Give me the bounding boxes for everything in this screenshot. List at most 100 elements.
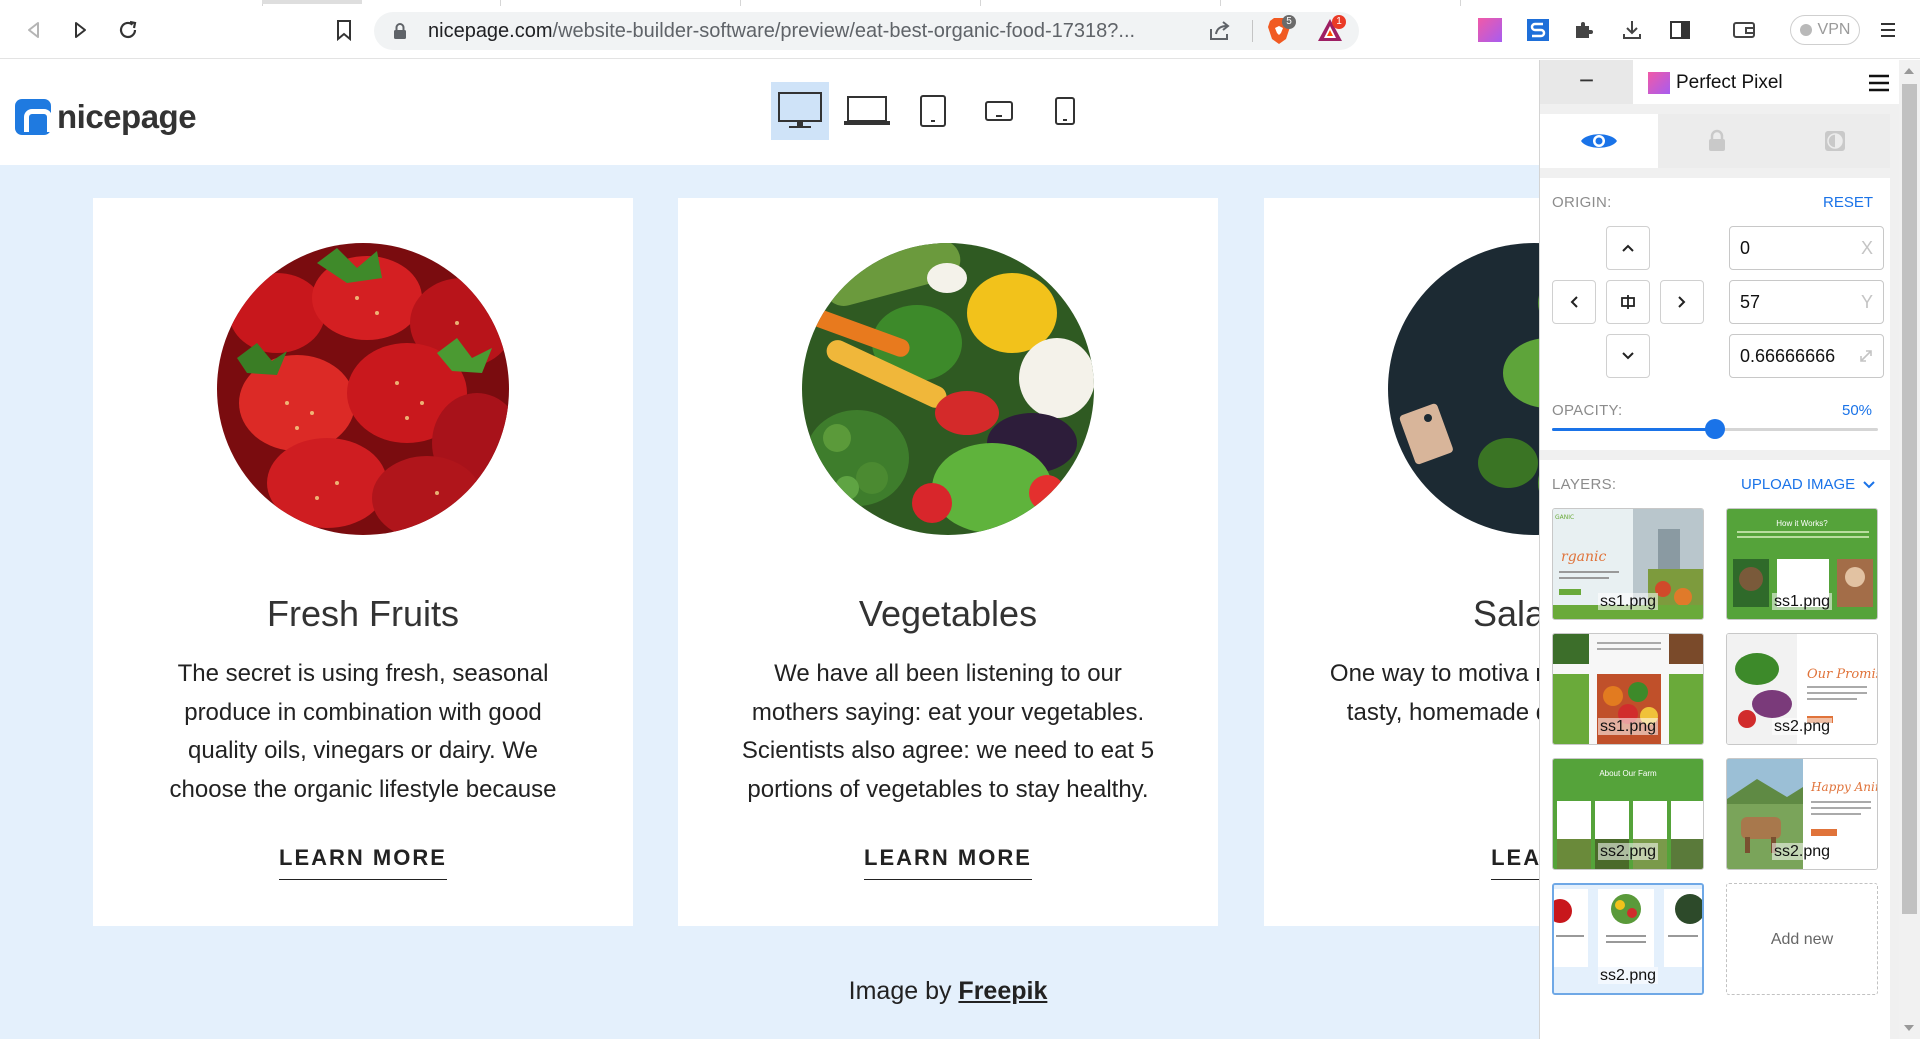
layer-thumbnail[interactable]: rganic GANIC ss1.png — [1552, 508, 1704, 620]
layer-thumbnail[interactable]: About Our Farm ss2.png — [1552, 758, 1704, 870]
card-title: Fresh Fruits — [266, 593, 460, 634]
scale-input[interactable]: 0.66666666 — [1729, 334, 1884, 378]
scroll-down-icon[interactable] — [1904, 1025, 1914, 1031]
active-tab-indicator[interactable] — [262, 0, 362, 4]
layer-name: ss2.png — [1771, 843, 1833, 860]
device-tablet-button[interactable] — [904, 82, 962, 140]
brave-shields-button[interactable]: 5 — [1266, 15, 1296, 50]
learn-more-link[interactable]: LEARN MORE — [678, 845, 1218, 880]
url-text[interactable]: nicepage.com/website-builder-software/pr… — [428, 12, 1135, 50]
layer-name: ss1.png — [1597, 718, 1659, 735]
reset-button[interactable]: RESET — [1823, 194, 1873, 211]
origin-label: ORIGIN: — [1552, 194, 1612, 211]
layers-label: LAYERS: — [1552, 476, 1617, 493]
back-button[interactable] — [18, 14, 50, 46]
browser-menu-button[interactable] — [1872, 14, 1904, 46]
resize-icon — [1860, 350, 1872, 362]
x-value: 0 — [1740, 238, 1751, 258]
learn-more-link[interactable]: LEARN — [1264, 845, 1540, 880]
perfect-pixel-extension-button[interactable] — [1474, 14, 1506, 46]
brave-badge: 5 — [1282, 15, 1296, 29]
layer-thumbnail[interactable]: Happy Animals ss2.png — [1726, 758, 1878, 870]
layer-thumbnail[interactable]: ss1.png — [1552, 633, 1704, 745]
wallet-icon — [1733, 22, 1755, 38]
tab-visibility[interactable] — [1540, 114, 1658, 168]
wallet-button[interactable] — [1728, 14, 1760, 46]
scrollbar-thumb[interactable] — [1902, 84, 1917, 914]
panel-menu-icon[interactable] — [1868, 74, 1890, 92]
tab-invert[interactable] — [1776, 114, 1894, 168]
learn-more-label: LEARN MORE — [279, 845, 447, 880]
vegetables-image — [802, 243, 1094, 535]
layer-name: ss2.png — [1597, 967, 1659, 984]
x-input[interactable]: 0 X — [1729, 226, 1884, 270]
card-fresh-fruits: Fresh Fruits The secret is using fresh, … — [93, 198, 633, 926]
phone-icon — [1055, 97, 1075, 125]
opacity-slider[interactable] — [1552, 419, 1878, 439]
url-host: nicepage.com — [428, 20, 553, 42]
scale-value: 0.66666666 — [1740, 346, 1836, 366]
x-unit: X — [1860, 238, 1873, 258]
freepik-link[interactable]: Freepik — [958, 977, 1047, 1005]
brave-rewards-button[interactable]: 1 — [1316, 15, 1346, 48]
upload-image-button[interactable]: UPLOAD IMAGE — [1741, 476, 1875, 493]
y-input[interactable]: 57 Y — [1729, 280, 1884, 324]
downloads-button[interactable] — [1616, 14, 1648, 46]
address-bar[interactable]: nicepage.com/website-builder-software/pr… — [374, 12, 1359, 50]
share-icon[interactable] — [1208, 20, 1232, 42]
card-vegetables: Vegetables We have all been listening to… — [678, 198, 1218, 926]
vpn-button[interactable]: VPN — [1790, 15, 1860, 45]
forward-button[interactable] — [64, 14, 96, 46]
minimize-button[interactable]: − — [1540, 60, 1633, 104]
tab-separator — [1220, 0, 1221, 6]
eye-icon — [1581, 134, 1617, 148]
device-desktop-button[interactable] — [771, 82, 829, 140]
url-path: /website-builder-software/preview/eat-be… — [552, 20, 1136, 42]
tab-separator — [740, 0, 741, 6]
layer-thumbnail[interactable]: How it Works? ss1.png — [1726, 508, 1878, 620]
center-icon — [1621, 295, 1635, 309]
learn-more-link[interactable]: LEARN MORE — [93, 845, 633, 880]
device-phone-button[interactable] — [1036, 82, 1094, 140]
opacity-slider-handle[interactable] — [1705, 419, 1725, 439]
center-button[interactable] — [1606, 280, 1650, 324]
scroll-up-icon[interactable] — [1904, 68, 1914, 74]
side-panel-button[interactable] — [1664, 14, 1696, 46]
layer-name: ss2.png — [1771, 718, 1833, 735]
hamburger-icon — [1881, 23, 1895, 37]
s-extension-button[interactable] — [1522, 14, 1554, 46]
add-new-layer-button[interactable]: Add new — [1726, 883, 1878, 995]
reload-button[interactable] — [112, 14, 144, 46]
layer-preview-caption: How it Works? — [1776, 519, 1828, 528]
layer-thumbnail-selected[interactable]: ss2.png — [1552, 883, 1704, 995]
y-value: 57 — [1740, 292, 1761, 312]
device-tablet-landscape-button[interactable] — [970, 82, 1028, 140]
panel-tabs — [1540, 114, 1890, 168]
tab-lock[interactable] — [1658, 114, 1776, 168]
extensions-button[interactable] — [1568, 14, 1600, 46]
chevron-down-icon — [1622, 352, 1634, 360]
device-laptop-button[interactable] — [838, 82, 896, 140]
perfect-pixel-icon — [1478, 18, 1502, 42]
lock-icon — [394, 23, 406, 39]
lock-icon — [1709, 129, 1725, 151]
move-up-button[interactable] — [1606, 226, 1650, 270]
preview-header: nicepage — [0, 60, 1540, 165]
bookmark-button[interactable] — [328, 14, 360, 46]
card-title: Vegetables — [858, 593, 1038, 634]
y-unit: Y — [1860, 292, 1873, 312]
svg-text:GANIC: GANIC — [1555, 514, 1574, 521]
move-right-button[interactable] — [1660, 280, 1704, 324]
move-down-button[interactable] — [1606, 334, 1650, 378]
download-icon — [1623, 21, 1641, 39]
move-left-button[interactable] — [1552, 280, 1596, 324]
opacity-label: OPACITY: — [1552, 402, 1623, 419]
credit-prefix: Image by — [848, 977, 959, 1005]
layer-name: ss1.png — [1597, 593, 1659, 610]
nicepage-logo[interactable]: nicepage — [15, 98, 197, 136]
opacity-value: 50% — [1842, 402, 1873, 419]
panel-title: Perfect Pixel — [1648, 72, 1783, 94]
panel-scrollbar[interactable] — [1899, 60, 1920, 1039]
layer-thumbnail[interactable]: Our Promise ss2.png — [1726, 633, 1878, 745]
layer-name: ss1.png — [1771, 593, 1833, 610]
